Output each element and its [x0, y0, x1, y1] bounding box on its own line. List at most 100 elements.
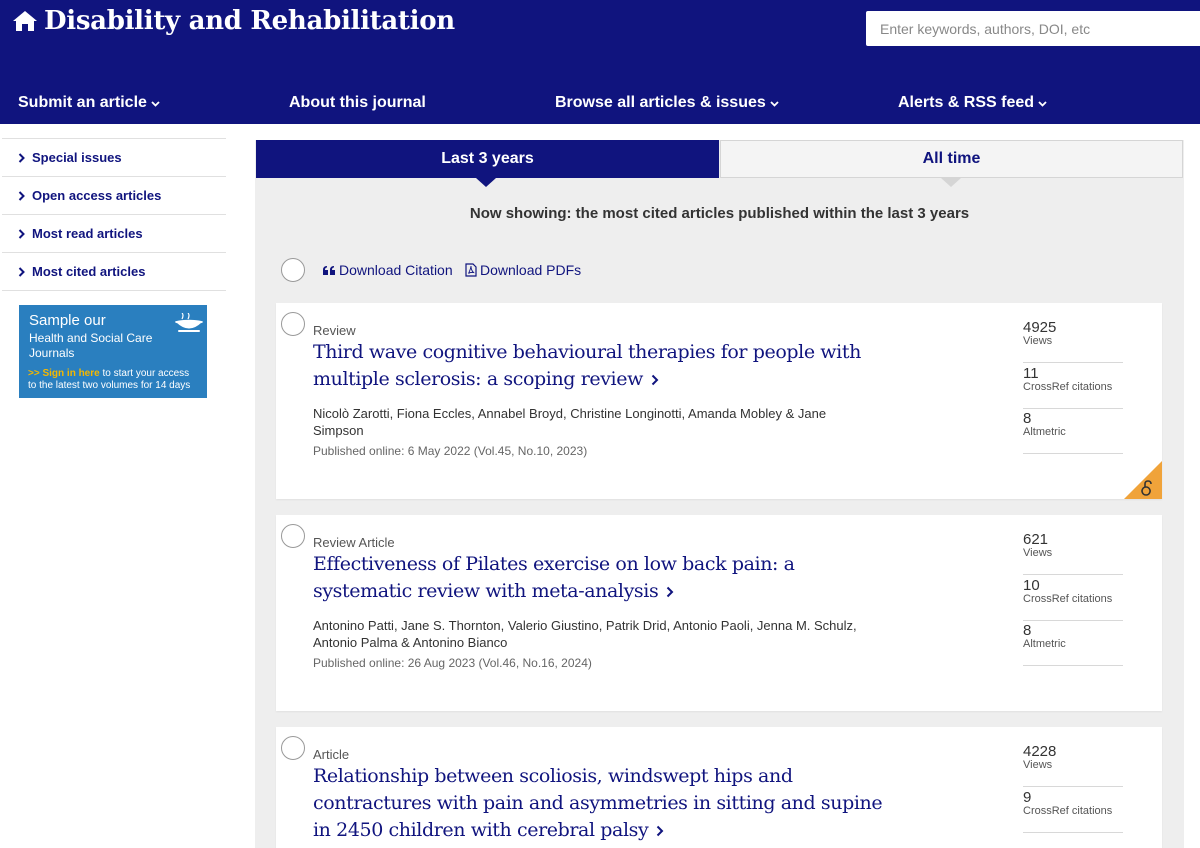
article-card: Article Relationship between scoliosis, …: [276, 727, 1162, 848]
tab-label: All time: [922, 150, 981, 167]
nav-submit-article[interactable]: Submit an article: [18, 94, 160, 112]
sidebar-item-label: Open access articles: [32, 188, 162, 203]
chevron-down-icon: [770, 101, 779, 107]
chevron-right-icon: [667, 586, 674, 598]
site-header: Disability and Rehabilitation Submit an …: [0, 0, 1200, 124]
open-access-icon: [1124, 461, 1162, 499]
article-card: Review Article Effectiveness of Pilates …: [276, 515, 1162, 711]
sidebar-item-open-access[interactable]: Open access articles: [2, 177, 226, 215]
download-citation-label: Download Citation: [339, 262, 453, 278]
download-pdfs-label: Download PDFs: [480, 262, 582, 278]
promo-prefix: >>: [28, 368, 43, 379]
views-count: 4228: [1023, 743, 1057, 760]
chevron-right-icon: [18, 266, 25, 277]
journal-home-link[interactable]: Disability and Rehabilitation: [12, 6, 455, 36]
article-type: Article: [313, 747, 350, 762]
metric-crossref: 11 CrossRef citations: [1023, 365, 1123, 409]
nav-alerts-rss[interactable]: Alerts & RSS feed: [898, 94, 1047, 112]
views-label: Views: [1023, 335, 1053, 347]
sidebar-item-label: Most cited articles: [32, 264, 146, 279]
article-published: Published online: 26 Aug 2023 (Vol.46, N…: [313, 656, 592, 670]
chevron-right-icon: [18, 228, 25, 239]
article-select-radio[interactable]: [281, 312, 305, 336]
chevron-right-icon: [18, 152, 25, 163]
promo-banner[interactable]: Sample our Health and Social Care Journa…: [19, 305, 207, 398]
sidebar-item-label: Most read articles: [32, 226, 143, 241]
active-tab-pointer: [476, 178, 496, 187]
views-count: 621: [1023, 531, 1049, 548]
chevron-right-icon: [657, 825, 664, 837]
download-pdfs-button[interactable]: Download PDFs: [465, 262, 581, 278]
altmetric-count: 8: [1023, 410, 1032, 427]
promo-subtitle: Health and Social Care Journals: [29, 331, 207, 361]
search-input[interactable]: [866, 11, 1200, 46]
metric-views: 4228 Views: [1023, 743, 1123, 787]
tab-last-3-years[interactable]: Last 3 years: [256, 140, 719, 178]
tab-all-time[interactable]: All time: [720, 140, 1183, 178]
promo-sign-in-link[interactable]: Sign in here: [42, 368, 99, 379]
sidebar-item-special-issues[interactable]: Special issues: [2, 139, 226, 177]
chevron-down-icon: [151, 101, 160, 107]
article-select-radio[interactable]: [281, 524, 305, 548]
article-title: Third wave cognitive behavioural therapi…: [313, 341, 861, 390]
altmetric-count: 8: [1023, 622, 1032, 639]
tab-pointer: [941, 178, 961, 187]
sidebar-item-most-cited[interactable]: Most cited articles: [2, 253, 226, 291]
article-type: Review: [313, 323, 356, 338]
article-authors: Nicolò Zarotti, Fiona Eccles, Annabel Br…: [313, 406, 827, 438]
views-label: Views: [1023, 759, 1053, 771]
article-authors: Antonino Patti, Jane S. Thornton, Valeri…: [313, 618, 857, 650]
nav-alerts-label: Alerts & RSS feed: [898, 94, 1035, 111]
article-title-link[interactable]: Third wave cognitive behavioural therapi…: [313, 339, 888, 393]
crossref-count: 10: [1023, 577, 1040, 594]
article-published: Published online: 6 May 2022 (Vol.45, No…: [313, 444, 588, 458]
article-title-link[interactable]: Relationship between scoliosis, windswep…: [313, 763, 888, 844]
nav-about-journal[interactable]: About this journal: [289, 94, 426, 112]
download-citation-button[interactable]: Download Citation: [322, 262, 453, 278]
sidebar-item-most-read[interactable]: Most read articles: [2, 215, 226, 253]
crossref-label: CrossRef citations: [1023, 805, 1113, 817]
crossref-label: CrossRef citations: [1023, 593, 1113, 605]
crossref-count: 11: [1023, 365, 1039, 382]
metric-crossref: 10 CrossRef citations: [1023, 577, 1123, 621]
sidebar-nav: Special issues Open access articles Most…: [2, 138, 226, 291]
metric-altmetric[interactable]: 8 Altmetric: [1023, 410, 1123, 454]
chevron-down-icon: [1038, 101, 1047, 107]
sidebar-item-label: Special issues: [32, 150, 122, 165]
chevron-right-icon: [651, 374, 659, 386]
article-type: Review Article: [313, 535, 395, 550]
pdf-file-icon: [465, 263, 477, 277]
crossref-label: CrossRef citations: [1023, 381, 1113, 393]
crossref-count: 9: [1023, 789, 1032, 806]
home-icon: [13, 11, 37, 31]
article-title-link[interactable]: Effectiveness of Pilates exercise on low…: [313, 551, 888, 605]
metric-altmetric[interactable]: 8 Altmetric: [1023, 622, 1123, 666]
views-count: 4925: [1023, 319, 1057, 336]
promo-text: >> Sign in here to start your access to …: [28, 368, 207, 392]
nav-browse-articles[interactable]: Browse all articles & issues: [555, 94, 779, 112]
journal-title: Disability and Rehabilitation: [44, 6, 455, 36]
nav-browse-label: Browse all articles & issues: [555, 94, 766, 111]
altmetric-label: Altmetric: [1023, 638, 1066, 650]
nav-submit-label: Submit an article: [18, 94, 147, 111]
tab-label: Last 3 years: [441, 150, 534, 167]
promo-text-line: to start your access: [99, 368, 190, 379]
showing-text: Now showing: the most cited articles pub…: [469, 205, 970, 222]
select-all-radio[interactable]: [281, 258, 305, 282]
altmetric-label: Altmetric: [1023, 426, 1066, 438]
promo-subtitle-line: Journals: [29, 346, 75, 360]
views-label: Views: [1023, 547, 1053, 559]
article-title: Effectiveness of Pilates exercise on low…: [313, 553, 795, 602]
article-title: Relationship between scoliosis, windswep…: [313, 765, 883, 841]
promo-text-line: to the latest two volumes for 14 days: [28, 380, 191, 391]
main-panel: Last 3 years All time Now showing: the m…: [255, 140, 1184, 848]
nav-about-label: About this journal: [289, 94, 426, 111]
article-select-radio[interactable]: [281, 736, 305, 760]
teacup-icon: [175, 313, 203, 332]
metric-views: 4925 Views: [1023, 319, 1123, 363]
article-card: Review Third wave cognitive behavioural …: [276, 303, 1162, 499]
metric-crossref: 9 CrossRef citations: [1023, 789, 1123, 833]
metric-views: 621 Views: [1023, 531, 1123, 575]
quote-icon: [323, 265, 335, 275]
chevron-right-icon: [18, 190, 25, 201]
